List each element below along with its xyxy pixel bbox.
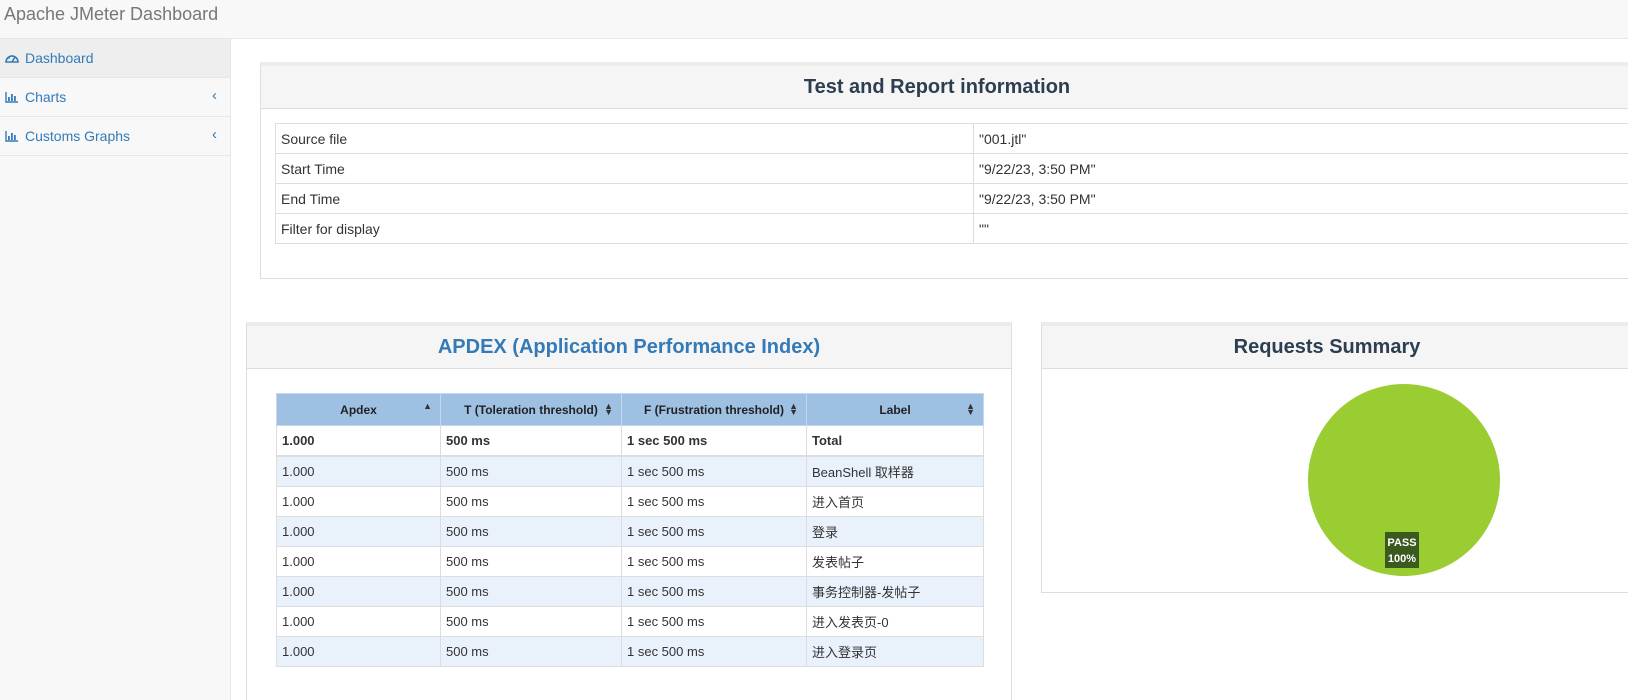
- dashboard-icon: [5, 55, 19, 63]
- panel-title: APDEX (Application Performance Index): [437, 336, 821, 358]
- sidebar-item-charts[interactable]: Charts ‹: [0, 78, 230, 117]
- cell-label: 事务控制器-发帖子: [806, 576, 984, 607]
- bar-chart-icon: [5, 92, 18, 103]
- sort-icon[interactable]: ▲ ▼: [966, 402, 975, 417]
- cell-label: 进入发表页-0: [806, 606, 984, 637]
- panel-title: Test and Report information: [803, 76, 1071, 98]
- table-row: 1.000 500 ms 1 sec 500 ms 进入首页: [276, 486, 984, 517]
- sidebar-item-label: Dashboard: [25, 50, 94, 66]
- cell-apdex: 1.000: [276, 425, 441, 457]
- info-value: "9/22/23, 3:50 PM": [973, 183, 1628, 214]
- cell-frustration: 1 sec 500 ms: [621, 576, 807, 607]
- cell-label: 进入首页: [806, 486, 984, 517]
- column-header-toleration[interactable]: T (Toleration threshold) ▲ ▼: [440, 393, 622, 426]
- cell-frustration: 1 sec 500 ms: [621, 425, 807, 457]
- table-row: Source file "001.jtl": [275, 123, 1628, 154]
- cell-apdex: 1.000: [276, 486, 441, 517]
- cell-toleration: 500 ms: [440, 425, 622, 457]
- sidebar-item-customs-graphs[interactable]: Customs Graphs ‹: [0, 117, 230, 156]
- requests-summary-panel: Requests Summary PASS 100%: [1041, 322, 1628, 593]
- cell-apdex: 1.000: [276, 455, 441, 487]
- apdex-heading: APDEX (Application Performance Index): [247, 326, 1011, 369]
- sidebar-item-label: Customs Graphs: [25, 128, 131, 144]
- info-value: "9/22/23, 3:50 PM": [973, 153, 1628, 184]
- sort-asc-icon[interactable]: ▲: [423, 402, 432, 411]
- report-info-panel: Test and Report information Source file …: [260, 62, 1628, 279]
- cell-label: BeanShell 取样器: [806, 455, 984, 487]
- cell-label: 进入登录页: [806, 636, 984, 667]
- pie-label-name: PASS: [1387, 537, 1416, 549]
- info-key: End Time: [275, 183, 974, 214]
- cell-frustration: 1 sec 500 ms: [621, 636, 807, 667]
- sidebar: Dashboard Charts ‹ Customs Graphs ‹: [0, 39, 231, 700]
- top-navbar: Apache JMeter Dashboard: [0, 0, 1628, 39]
- cell-toleration: 500 ms: [440, 455, 622, 487]
- apdex-panel: APDEX (Application Performance Index) Ap…: [246, 322, 1012, 700]
- cell-toleration: 500 ms: [440, 486, 622, 517]
- table-row: 1.000 500 ms 1 sec 500 ms 发表帖子: [276, 546, 984, 577]
- cell-toleration: 500 ms: [440, 606, 622, 637]
- table-row: End Time "9/22/23, 3:50 PM": [275, 183, 1628, 214]
- cell-toleration: 500 ms: [440, 636, 622, 667]
- table-row: 1.000 500 ms 1 sec 500 ms BeanShell 取样器: [276, 455, 984, 487]
- sidebar-item-dashboard[interactable]: Dashboard: [0, 39, 230, 78]
- report-info-table: Source file "001.jtl" Start Time "9/22/2…: [275, 123, 1628, 244]
- info-value: "001.jtl": [973, 123, 1628, 154]
- column-header-apdex[interactable]: Apdex ▲: [276, 393, 441, 426]
- table-row: 1.000 500 ms 1 sec 500 ms 事务控制器-发帖子: [276, 576, 984, 607]
- info-key: Filter for display: [275, 213, 974, 244]
- bar-chart-icon: [5, 131, 18, 142]
- cell-apdex: 1.000: [276, 546, 441, 577]
- cell-apdex: 1.000: [276, 516, 441, 547]
- panel-title: Requests Summary: [1233, 336, 1421, 358]
- chevron-left-icon[interactable]: ‹: [212, 87, 217, 104]
- cell-toleration: 500 ms: [440, 546, 622, 577]
- requests-summary-heading: Requests Summary: [1042, 326, 1628, 369]
- info-value: "": [973, 213, 1628, 244]
- main-content: Test and Report information Source file …: [231, 39, 1628, 700]
- requests-pie-chart[interactable]: PASS 100%: [1306, 382, 1502, 578]
- app-brand[interactable]: Apache JMeter Dashboard: [4, 4, 218, 25]
- table-row: 1.000 500 ms 1 sec 500 ms 进入发表页-0: [276, 606, 984, 637]
- cell-label: 发表帖子: [806, 546, 984, 577]
- cell-frustration: 1 sec 500 ms: [621, 516, 807, 547]
- cell-frustration: 1 sec 500 ms: [621, 486, 807, 517]
- table-header-row: Apdex ▲ T (Toleration threshold) ▲ ▼ F (Fru…: [276, 393, 984, 426]
- cell-apdex: 1.000: [276, 636, 441, 667]
- cell-label: Total: [806, 425, 984, 457]
- apdex-table: Apdex ▲ T (Toleration threshold) ▲ ▼ F (Fru…: [276, 393, 984, 667]
- table-row: Filter for display "": [275, 213, 1628, 244]
- chevron-left-icon[interactable]: ‹: [212, 126, 217, 143]
- column-header-frustration[interactable]: F (Frustration threshold) ▲ ▼: [621, 393, 807, 426]
- table-row: 1.000 500 ms 1 sec 500 ms 进入登录页: [276, 636, 984, 667]
- cell-label: 登录: [806, 516, 984, 547]
- report-info-heading: Test and Report information: [261, 66, 1628, 109]
- info-key: Source file: [275, 123, 974, 154]
- sort-icon[interactable]: ▲ ▼: [789, 402, 798, 417]
- cell-apdex: 1.000: [276, 606, 441, 637]
- cell-apdex: 1.000: [276, 576, 441, 607]
- cell-frustration: 1 sec 500 ms: [621, 546, 807, 577]
- cell-toleration: 500 ms: [440, 576, 622, 607]
- sidebar-item-label: Charts: [25, 89, 67, 105]
- pie-label-percent: 100%: [1388, 553, 1416, 565]
- cell-toleration: 500 ms: [440, 516, 622, 547]
- sort-icon[interactable]: ▲ ▼: [604, 402, 613, 417]
- table-row-total: 1.000 500 ms 1 sec 500 ms Total: [276, 425, 984, 457]
- column-header-label[interactable]: Label ▲ ▼: [806, 393, 984, 426]
- table-row: 1.000 500 ms 1 sec 500 ms 登录: [276, 516, 984, 547]
- cell-frustration: 1 sec 500 ms: [621, 606, 807, 637]
- cell-frustration: 1 sec 500 ms: [621, 455, 807, 487]
- info-key: Start Time: [275, 153, 974, 184]
- pie-slice-label: PASS 100%: [1385, 532, 1419, 568]
- table-row: Start Time "9/22/23, 3:50 PM": [275, 153, 1628, 184]
